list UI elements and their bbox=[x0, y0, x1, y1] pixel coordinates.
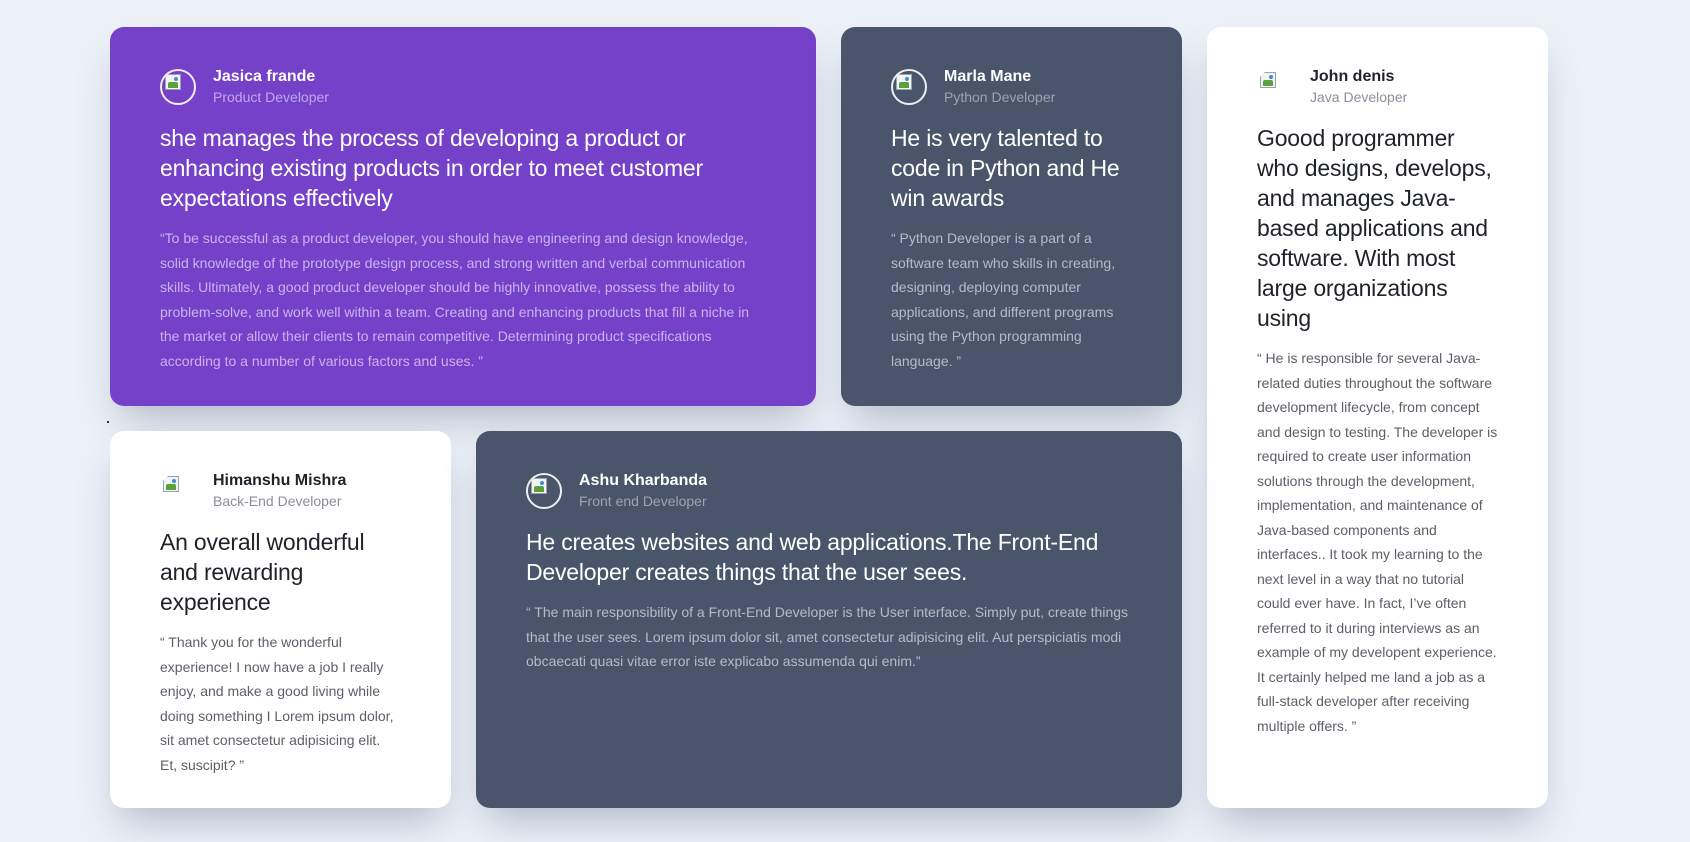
broken-image-icon bbox=[163, 476, 179, 492]
author-name: Jasica frande bbox=[213, 68, 316, 85]
author-role: Back-End Developer bbox=[213, 493, 342, 509]
avatar bbox=[160, 69, 196, 105]
author-name: Marla Mane bbox=[944, 68, 1032, 85]
author-role: Java Developer bbox=[1310, 89, 1408, 105]
broken-image-icon bbox=[1260, 72, 1276, 88]
testimonial-quote: “ Thank you for the wonderful experience… bbox=[160, 634, 394, 773]
avatar bbox=[891, 69, 927, 105]
avatar bbox=[1257, 69, 1293, 105]
author-role: Front end Developer bbox=[579, 493, 707, 509]
testimonial-author: John denis Java Developer bbox=[1257, 65, 1498, 109]
broken-image-icon bbox=[896, 74, 912, 90]
testimonial-card-john: John denis Java Developer Goood programm… bbox=[1207, 27, 1548, 808]
testimonial-quote: “ He is responsible for several Java-rel… bbox=[1257, 350, 1498, 734]
testimonial-author: Marla Mane Python Developer bbox=[891, 65, 1132, 109]
author-name: John denis bbox=[1310, 68, 1395, 85]
testimonial-headline: Goood programmer who designs, develops, … bbox=[1257, 125, 1492, 331]
author-role: Product Developer bbox=[213, 89, 329, 105]
testimonial-quote: “ Python Developer is a part of a softwa… bbox=[891, 230, 1116, 369]
testimonial-headline: He creates websites and web applications… bbox=[526, 529, 1099, 585]
author-name: Himanshu Mishra bbox=[213, 472, 347, 489]
testimonial-headline: she manages the process of developing a … bbox=[160, 125, 703, 211]
testimonial-author: Jasica frande Product Developer bbox=[160, 65, 766, 109]
author-role: Python Developer bbox=[944, 89, 1056, 105]
broken-image-icon bbox=[531, 478, 547, 494]
testimonial-author: Ashu Kharbanda Front end Developer bbox=[526, 469, 1132, 513]
testimonial-card-ashu: Ashu Kharbanda Front end Developer He cr… bbox=[476, 431, 1182, 808]
avatar bbox=[526, 473, 562, 509]
avatar bbox=[160, 473, 196, 509]
testimonial-card-marla: Marla Mane Python Developer He is very t… bbox=[841, 27, 1182, 406]
testimonial-quote: “To be successful as a product developer… bbox=[160, 230, 750, 369]
testimonial-card-himanshu: Himanshu Mishra Back-End Developer An ov… bbox=[110, 431, 451, 808]
broken-image-icon bbox=[165, 74, 181, 90]
testimonial-headline: An overall wonderful and rewarding exper… bbox=[160, 529, 365, 615]
testimonial-card-jasica: Jasica frande Product Developer she mana… bbox=[110, 27, 816, 406]
testimonial-author: Himanshu Mishra Back-End Developer bbox=[160, 469, 401, 513]
testimonial-headline: He is very talented to code in Python an… bbox=[891, 125, 1120, 211]
stray-dot bbox=[107, 421, 109, 423]
author-name: Ashu Kharbanda bbox=[579, 472, 708, 489]
testimonial-quote: “ The main responsibility of a Front-End… bbox=[526, 604, 1129, 669]
